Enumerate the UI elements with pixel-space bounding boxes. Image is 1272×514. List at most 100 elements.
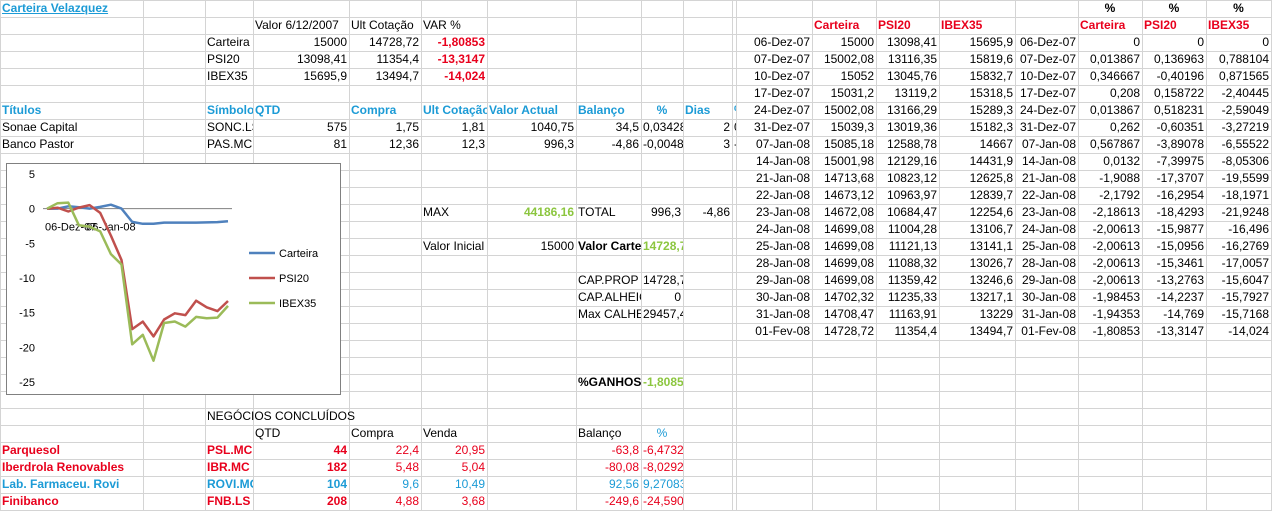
cap-alheio-label[interactable]: CAP.ALHEIO [576,289,641,306]
history-header-carteira[interactable]: Carteira [812,17,876,34]
history-psi20[interactable]: 11354,4 [876,323,939,340]
pct-ibex35[interactable]: -16,2769 [1206,238,1271,255]
closed-qtd[interactable]: 44 [253,442,349,459]
closed-header-qtd[interactable]: QTD [253,425,349,442]
pct-date[interactable]: 28-Jan-08 [1015,255,1078,272]
holdings-cell[interactable]: Sonae Capital [0,119,143,136]
closed-symbol[interactable]: ROVI.MC [205,476,253,493]
history-ibex35[interactable]: 13106,7 [939,221,1015,238]
pct-date[interactable]: 06-Dez-07 [1015,34,1078,51]
pct-psi20[interactable]: -18,4293 [1142,204,1206,221]
closed-venda[interactable]: 10,49 [421,476,487,493]
history-carteira[interactable]: 14708,47 [812,306,876,323]
history-date[interactable]: 14-Jan-08 [736,153,812,170]
pct-carteira[interactable]: -2,18613 [1078,204,1142,221]
history-date[interactable]: 07-Jan-08 [736,136,812,153]
holdings-cell[interactable]: PAS.MC [205,136,253,153]
pct-date[interactable]: 31-Jan-08 [1015,306,1078,323]
pct-date[interactable]: 01-Fev-08 [1015,323,1078,340]
pct-ibex35[interactable]: -14,024 [1206,323,1271,340]
closed-compra[interactable]: 22,4 [349,442,421,459]
holdings-cell[interactable]: 34,5 [576,119,641,136]
history-carteira[interactable]: 15031,2 [812,85,876,102]
history-ibex35[interactable]: 13141,1 [939,238,1015,255]
pct-ibex35[interactable]: -15,7168 [1206,306,1271,323]
history-date[interactable]: 31-Jan-08 [736,306,812,323]
pct-ibex35[interactable]: -18,1971 [1206,187,1271,204]
closed-balanco[interactable]: -249,6 [576,493,641,510]
summary-var[interactable]: -1,80853 [421,34,487,51]
pct-carteira[interactable]: 0,346667 [1078,68,1142,85]
max-label[interactable]: MAX [421,204,487,221]
holdings-cell[interactable]: 3 [683,136,732,153]
pct-psi20[interactable]: -13,3147 [1142,323,1206,340]
closed-header-compra[interactable]: Compra [349,425,421,442]
history-ibex35[interactable]: 13494,7 [939,323,1015,340]
history-ibex35[interactable]: 12254,6 [939,204,1015,221]
pct-ibex35[interactable]: -2,40445 [1206,85,1271,102]
ganhos-value[interactable]: -1,80853 [641,374,683,391]
valor-carteira-label[interactable]: Valor Carteira [576,238,641,255]
closed-title[interactable]: NEGÓCIOS CONCLUÍDOS [205,408,421,425]
history-psi20[interactable]: 13045,76 [876,68,939,85]
closed-qtd[interactable]: 104 [253,476,349,493]
valor-inicial-label[interactable]: Valor Inicial [421,238,487,255]
closed-pct[interactable]: -24,5902 [641,493,683,510]
history-date[interactable]: 24-Jan-08 [736,221,812,238]
pct-top-header[interactable]: % [1206,0,1271,17]
max-calheio-label[interactable]: Max CALHEIO [576,306,641,323]
closed-venda[interactable]: 20,95 [421,442,487,459]
cap-prop[interactable]: 14728,72 [641,272,683,289]
pct-top-header[interactable]: % [1078,0,1142,17]
history-carteira[interactable]: 15039,3 [812,119,876,136]
summary-valor[interactable]: 15000 [253,34,349,51]
closed-name[interactable]: Parquesol [0,442,143,459]
pct-date[interactable]: 17-Dez-07 [1015,85,1078,102]
pct-ibex35[interactable]: -17,0057 [1206,255,1271,272]
history-ibex35[interactable]: 15819,6 [939,51,1015,68]
history-ibex35[interactable]: 13229 [939,306,1015,323]
pct-ibex35[interactable]: -15,7927 [1206,289,1271,306]
history-date[interactable]: 22-Jan-08 [736,187,812,204]
summary-header-var[interactable]: VAR % [421,17,487,34]
pct-psi20[interactable]: -16,2954 [1142,187,1206,204]
history-ibex35[interactable]: 13026,7 [939,255,1015,272]
history-date[interactable]: 28-Jan-08 [736,255,812,272]
closed-name[interactable]: Iberdrola Renovables [0,459,143,476]
closed-name[interactable]: Lab. Farmaceu. Rovi [0,476,143,493]
valor-inicial[interactable]: 15000 [487,238,576,255]
pct-psi20[interactable]: -15,9877 [1142,221,1206,238]
closed-qtd[interactable]: 182 [253,459,349,476]
holdings-header[interactable]: Compra [349,102,421,119]
summary-name[interactable]: IBEX35 [205,68,253,85]
closed-header-balanco[interactable]: Balanço [576,425,641,442]
pct-psi20[interactable]: -7,39975 [1142,153,1206,170]
history-date[interactable]: 21-Jan-08 [736,170,812,187]
summary-valor[interactable]: 13098,41 [253,51,349,68]
max-calheio[interactable]: 29457,44 [641,306,683,323]
sheet-title-link[interactable]: Carteira Velazquez [0,0,205,17]
pct-carteira[interactable]: -2,00613 [1078,255,1142,272]
holdings-cell[interactable]: SONC.LS [205,119,253,136]
history-ibex35[interactable]: 13217,1 [939,289,1015,306]
pct-ibex35[interactable]: -6,55522 [1206,136,1271,153]
history-ibex35[interactable]: 12839,7 [939,187,1015,204]
history-carteira[interactable]: 15001,98 [812,153,876,170]
pct-carteira[interactable]: 0,013867 [1078,51,1142,68]
pct-carteira[interactable]: 0,208 [1078,85,1142,102]
pct-ibex35[interactable]: 0 [1206,34,1271,51]
cap-alheio[interactable]: 0 [641,289,683,306]
pct-carteira[interactable]: -1,94353 [1078,306,1142,323]
total-label[interactable]: TOTAL [576,204,641,221]
summary-name[interactable]: Carteira [205,34,253,51]
history-carteira[interactable]: 15085,18 [812,136,876,153]
history-carteira[interactable]: 14702,32 [812,289,876,306]
pct-header-ibex35[interactable]: IBEX35 [1206,17,1271,34]
pct-ibex35[interactable]: -19,5599 [1206,170,1271,187]
pct-psi20[interactable]: 0 [1142,34,1206,51]
pct-carteira[interactable]: 0,262 [1078,119,1142,136]
summary-var[interactable]: -13,3147 [421,51,487,68]
history-date[interactable]: 23-Jan-08 [736,204,812,221]
pct-date[interactable]: 14-Jan-08 [1015,153,1078,170]
holdings-header[interactable]: Títulos [0,102,143,119]
